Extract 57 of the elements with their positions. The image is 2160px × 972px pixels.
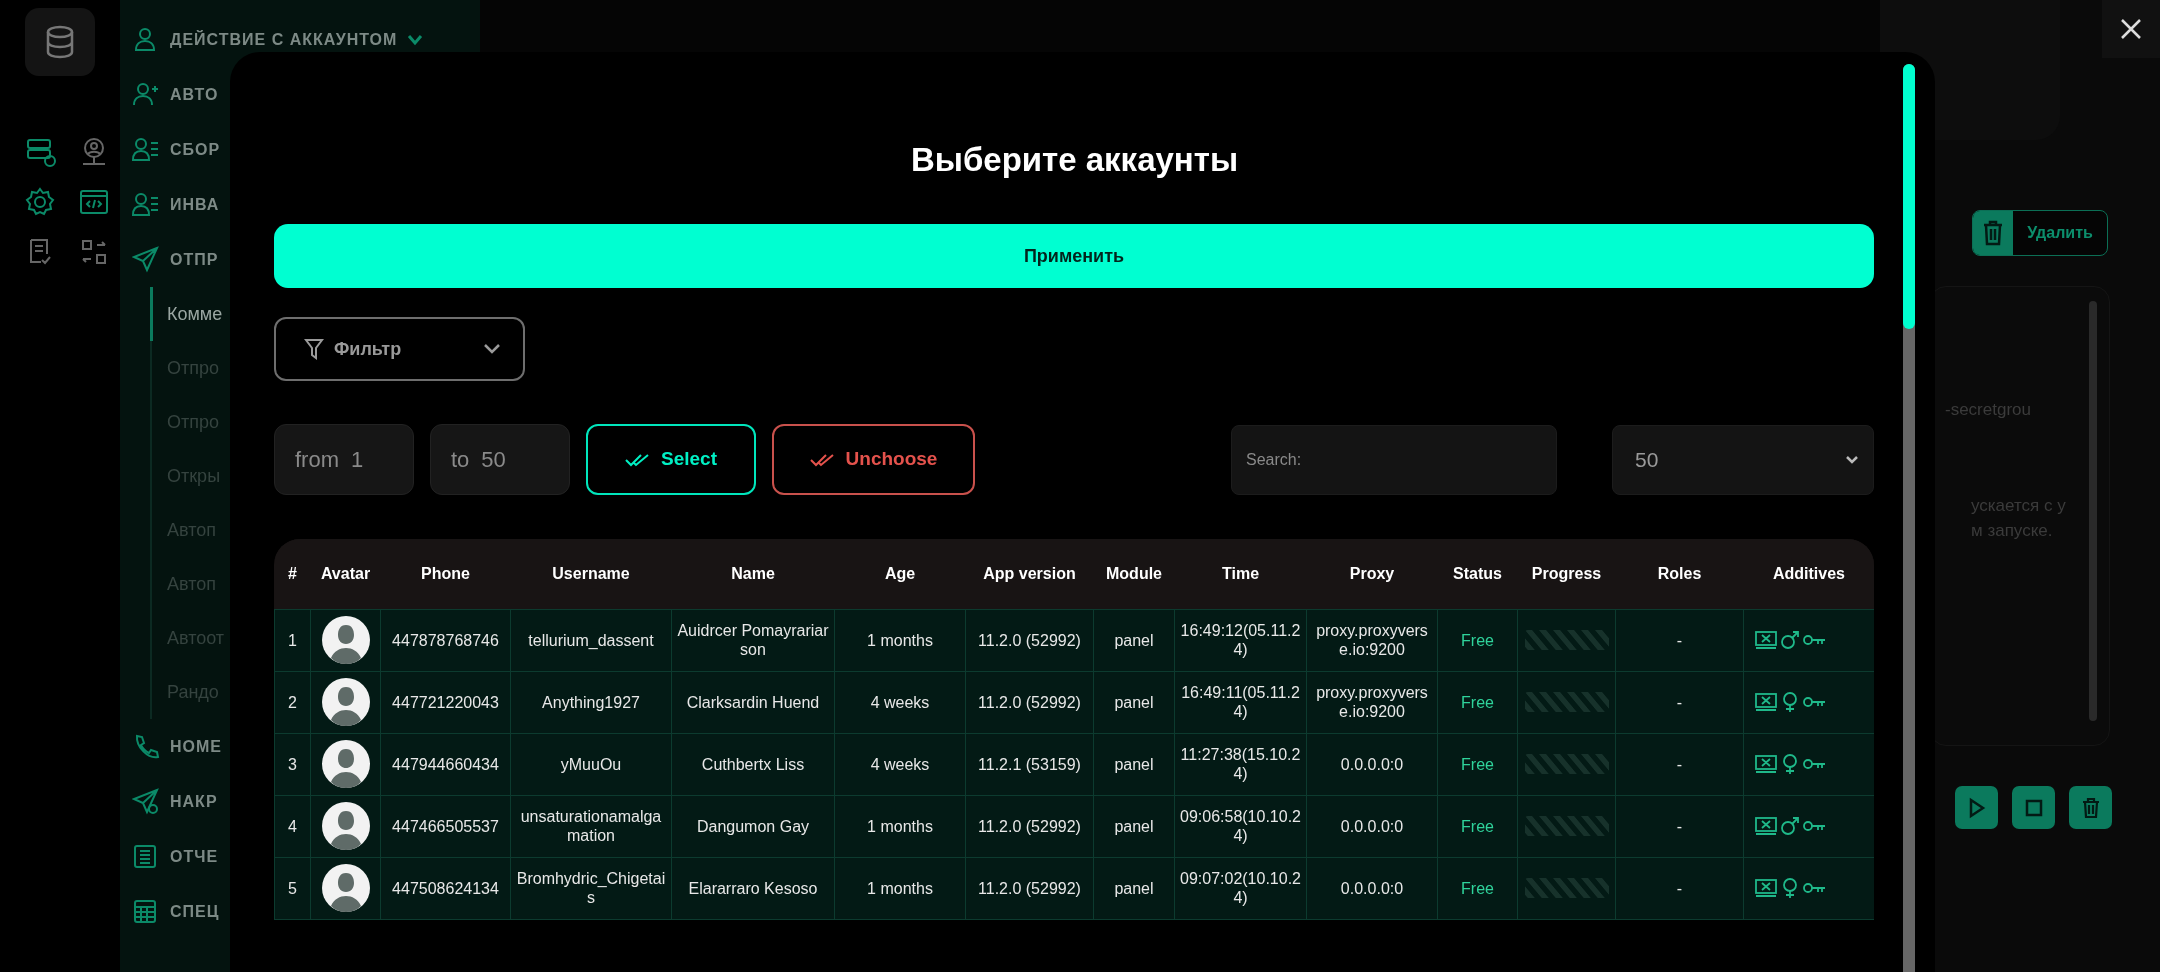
table-cell: 447944660434 (380, 733, 511, 795)
table-cell: 447721220043 (380, 671, 511, 733)
table-cell: panel (1093, 609, 1175, 671)
table-cell: Cuthbertx Liss (671, 733, 835, 795)
table-cell: - (1615, 857, 1744, 919)
table-cell: 0.0.0.0:0 (1306, 795, 1438, 857)
table-cell: - (1615, 609, 1744, 671)
table-cell: 11.2.0 (52992) (965, 857, 1094, 919)
table-cell: 447878768746 (380, 609, 511, 671)
table-cell: - (1615, 733, 1744, 795)
table-cell: 447508624134 (380, 857, 511, 919)
table-cell: 4 weeks (834, 733, 966, 795)
status-text: Free (1437, 795, 1518, 857)
table-cell: 2 (274, 671, 311, 733)
table-cell: - (1615, 795, 1744, 857)
table-cell: 5 (274, 857, 311, 919)
status-text: Free (1437, 857, 1518, 919)
table-cell: 09:06:58(10.10.24) (1174, 795, 1307, 857)
table-cell: 11.2.1 (53159) (965, 733, 1094, 795)
column-header: Additives (1743, 539, 1874, 609)
table-cell: 1 months (834, 609, 966, 671)
table-cell: - (1615, 671, 1744, 733)
table-cell: proxy.proxyverse.io:9200 (1306, 609, 1438, 671)
table-cell: 4 weeks (834, 671, 966, 733)
table-cell: 16:49:11(05.11.24) (1174, 671, 1307, 733)
table-cell: 3 (274, 733, 311, 795)
status-text: Free (1437, 733, 1518, 795)
table-cell: yMuuOu (510, 733, 672, 795)
table-cell: 4 (274, 795, 311, 857)
table-cell: Clarksardin Huend (671, 671, 835, 733)
table-cell: 11.2.0 (52992) (965, 609, 1094, 671)
table-cell: tellurium_dassent (510, 609, 672, 671)
table-cell: unsaturationamalgamation (510, 795, 672, 857)
table-cell: proxy.proxyverse.io:9200 (1306, 671, 1438, 733)
table-cell: Anything1927 (510, 671, 672, 733)
status-text: Free (1437, 609, 1518, 671)
status-text: Free (1437, 671, 1518, 733)
modal-title: Выберите аккаунты (909, 140, 1240, 180)
table-cell: Elararraro Kesoso (671, 857, 835, 919)
table-cell: Dangumon Gay (671, 795, 835, 857)
table-cell: 0.0.0.0:0 (1306, 733, 1438, 795)
table-cell: 1 months (834, 857, 966, 919)
table-cell: panel (1093, 857, 1175, 919)
table-cell: 447466505537 (380, 795, 511, 857)
table-cell: 16:49:12(05.11.24) (1174, 609, 1307, 671)
table-cell: panel (1093, 671, 1175, 733)
table-cell: Auidrcer Pomayrariarson (671, 609, 835, 671)
table-cell: 0.0.0.0:0 (1306, 857, 1438, 919)
table-cell: 11.2.0 (52992) (965, 795, 1094, 857)
table-cell: Bromhydric_Chigetais (510, 857, 672, 919)
table-cell: panel (1093, 733, 1175, 795)
table-cell: 11.2.0 (52992) (965, 671, 1094, 733)
table-cell: 1 (274, 609, 311, 671)
table-cell: 09:07:02(10.10.24) (1174, 857, 1307, 919)
table-cell: 1 months (834, 795, 966, 857)
table-cell: 11:27:38(15.10.24) (1174, 733, 1307, 795)
table-cell: panel (1093, 795, 1175, 857)
